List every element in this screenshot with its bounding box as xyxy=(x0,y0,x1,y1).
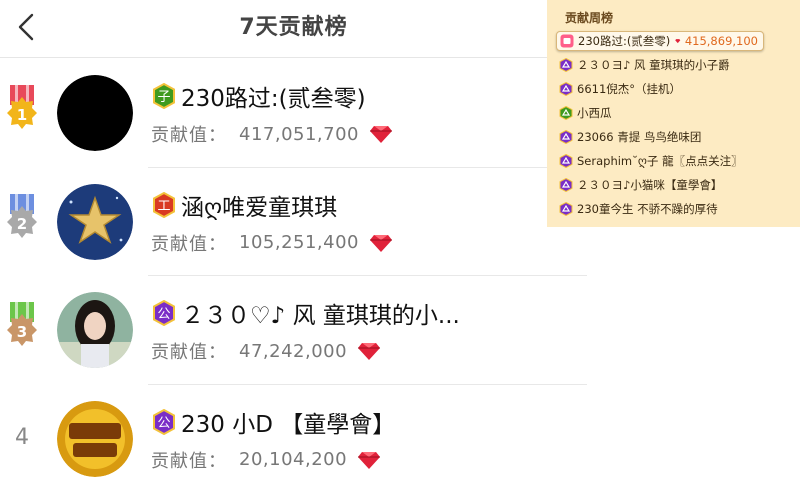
avatar[interactable] xyxy=(57,75,133,151)
ruby-gem-icon xyxy=(370,126,393,143)
weekly-score: 415,869,100 xyxy=(684,34,758,48)
svg-text:工: 工 xyxy=(157,199,170,214)
level-badge-icon: 子 xyxy=(153,83,175,109)
contribution-value: 贡献值： 47,242,000 xyxy=(151,338,381,364)
avatar[interactable] xyxy=(57,292,133,368)
value-label: 贡献值： xyxy=(151,125,227,146)
weekly-list-item[interactable]: ２３０ヨ♪小猫咪【童學會】 xyxy=(559,175,722,195)
contribution-value: 贡献值： 105,251,400 xyxy=(151,230,393,256)
weekly-list-item[interactable]: 23066 青提 鸟鸟绝味团 xyxy=(559,127,701,147)
user-name-line[interactable]: 工 涵ღ唯爱童琪琪 xyxy=(151,190,577,220)
level-badge-icon: 公 xyxy=(153,408,175,435)
weekly-user-name: 230路过:(贰叁零) xyxy=(578,34,671,48)
weekly-user-name: ２３０ヨ♪ 风 童琪琪的小子爵 xyxy=(577,58,730,72)
ruby-gem-icon xyxy=(370,234,393,252)
weekly-user-name: 6611倪杰°（挂机） xyxy=(577,82,682,96)
user-name: 涵ღ唯爱童琪琪 xyxy=(181,194,338,220)
value-number: 417,051,700 xyxy=(239,123,360,145)
user-name-line[interactable]: 公 230 小D 【童學會】 xyxy=(151,407,577,437)
user-name: ２３０♡♪ 风 童琪琪的小... xyxy=(181,303,460,328)
weekly-user-name: 小西瓜 xyxy=(577,106,612,120)
svg-text:公: 公 xyxy=(157,307,170,322)
value-number: 20,104,200 xyxy=(239,449,348,470)
value-number: 47,242,000 xyxy=(239,340,348,362)
top-bar: 7天贡献榜 xyxy=(0,0,587,58)
value-label: 贡献值： xyxy=(151,450,227,472)
avatar[interactable] xyxy=(57,400,133,477)
user-name-line[interactable]: 子 230路过:(贰叁零) xyxy=(151,81,577,111)
user-name: 230路过:(贰叁零) xyxy=(181,86,366,111)
value-number: 105,251,400 xyxy=(239,232,360,253)
ruby-gem-icon xyxy=(358,451,381,469)
weekly-user-name: ２３０ヨ♪小猫咪【童學會】 xyxy=(577,178,723,192)
level-badge-icon xyxy=(559,202,573,216)
value-label: 贡献值： xyxy=(151,233,227,255)
contribution-value: 贡献值： 20,104,200 xyxy=(151,447,381,473)
ranking-row[interactable]: 3 公 ２３０♡♪ 风 童琪琪的小... 贡献值： 47,242,000 xyxy=(0,276,587,385)
weekly-list-item-top[interactable]: 230路过:(贰叁零) 415,869,100 xyxy=(556,31,764,51)
ruby-gem-icon xyxy=(675,39,681,44)
weekly-list-item[interactable]: 小西瓜 xyxy=(559,103,612,123)
silver-medal-icon: 2 xyxy=(7,193,37,238)
bronze-medal-icon: 3 xyxy=(7,302,37,346)
level-badge-icon: 工 xyxy=(153,191,175,218)
weekly-list-item[interactable]: Seraphim˘ღ子 龍〖点点关注〗 xyxy=(559,151,743,171)
ranking-row[interactable]: 4 公 230 小D 【童學會】 贡献值： 20,104,200 xyxy=(0,385,587,491)
svg-text:1: 1 xyxy=(17,106,27,124)
weekly-user-name: Seraphim˘ღ子 龍〖点点关注〗 xyxy=(577,154,743,168)
ranking-row[interactable]: 2 工 涵ღ唯爱童琪琪 贡献值： 105,251,400 xyxy=(0,168,587,276)
user-name-line[interactable]: 公 ２３０♡♪ 风 童琪琪的小... xyxy=(151,298,577,328)
svg-text:公: 公 xyxy=(157,416,170,431)
page-title: 7天贡献榜 xyxy=(239,15,348,40)
weekly-list-item[interactable]: 6611倪杰°（挂机） xyxy=(559,79,681,99)
svg-text:3: 3 xyxy=(17,323,27,341)
weekly-panel-title: 贡献周榜 xyxy=(565,11,614,25)
weekly-list-item[interactable]: ２３０ヨ♪ 风 童琪琪的小子爵 xyxy=(559,55,730,75)
level-badge-icon xyxy=(559,178,573,192)
contribution-ranking-list: 1 子 230路过:(贰叁零) 贡献值： 417,051,700 2 工 涵ღ唯… xyxy=(0,59,587,491)
level-badge-icon xyxy=(559,106,573,120)
weekly-user-name: 23066 青提 鸟鸟绝味团 xyxy=(577,130,702,144)
gold-medal-icon: 1 xyxy=(7,85,37,129)
weekly-contribution-panel: 贡献周榜 230路过:(贰叁零) 415,869,100 ２３０ヨ♪ 风 童琪琪… xyxy=(547,0,800,227)
rank-number: 4 xyxy=(15,424,29,450)
ruby-gem-icon xyxy=(358,343,381,360)
avatar[interactable] xyxy=(57,183,133,260)
level-badge-icon xyxy=(559,58,573,72)
weekly-list-item[interactable]: 230童今生 不骄不躁的厚待 xyxy=(559,199,718,219)
level-badge-icon: 公 xyxy=(153,300,175,326)
level-badge-icon xyxy=(559,82,573,96)
svg-text:子: 子 xyxy=(157,90,170,105)
level-badge-icon xyxy=(559,154,573,168)
value-label: 贡献值： xyxy=(151,342,227,363)
contribution-value: 贡献值： 417,051,700 xyxy=(151,121,393,147)
user-name: 230 小D 【童學會】 xyxy=(181,411,396,437)
svg-text:2: 2 xyxy=(17,215,27,233)
weekly-user-name: 230童今生 不骄不躁的厚待 xyxy=(577,202,718,216)
level-badge-icon xyxy=(559,130,573,144)
guard-badge-icon xyxy=(560,34,574,48)
ranking-row[interactable]: 1 子 230路过:(贰叁零) 贡献值： 417,051,700 xyxy=(0,59,587,168)
